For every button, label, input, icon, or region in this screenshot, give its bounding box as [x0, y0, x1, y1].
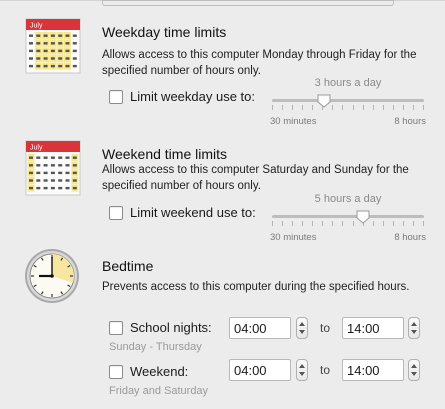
weekend-slider-track[interactable]	[272, 215, 424, 218]
increment-arrow-icon[interactable]	[411, 322, 417, 326]
weekend-to-label: to	[320, 363, 331, 377]
slider-tick	[402, 221, 404, 226]
school-nights-end-field[interactable]: 14:00	[342, 317, 404, 339]
weekend-bedtime-checkbox[interactable]	[109, 364, 123, 379]
increment-arrow-icon[interactable]	[411, 364, 417, 368]
weekday-slider-knob[interactable]	[317, 94, 331, 108]
slider-tick	[332, 221, 334, 226]
school-nights-checkbox[interactable]	[109, 320, 123, 335]
slider-tick	[302, 105, 304, 110]
slider-tick	[382, 221, 384, 226]
weekday-slider-ticks	[272, 105, 424, 111]
weekend-end-stepper[interactable]	[408, 359, 420, 381]
school-nights-subtitle: Sunday - Thursday	[109, 341, 202, 353]
weekday-slider-value: 3 hours a day	[314, 77, 382, 89]
weekend-bedtime-subtitle: Friday and Saturday	[109, 385, 209, 397]
increment-arrow-icon[interactable]	[299, 322, 305, 326]
slider-tick	[342, 105, 344, 110]
school-nights-to-label: to	[320, 321, 331, 335]
calendar-icon: July	[25, 16, 81, 79]
weekend-slider[interactable]: 5 hours a day 30 minutes 8 hours	[270, 193, 426, 243]
slider-tick	[402, 105, 404, 110]
weekend-description: Allows access to this computer Saturday …	[102, 164, 409, 192]
weekday-limit-row: Limit weekday use to:	[109, 89, 255, 104]
weekend-bedtime-label: Weekend:	[130, 364, 189, 379]
slider-tick	[372, 221, 374, 226]
bedtime-title: Bedtime	[102, 258, 154, 274]
slider-tick	[292, 105, 294, 110]
weekend-bedtime-row: Weekend:	[109, 364, 188, 379]
weekend-slider-knob[interactable]	[356, 210, 370, 224]
slider-tick	[423, 105, 424, 110]
weekend-end-field[interactable]: 14:00	[342, 359, 404, 381]
weekend-slider-ticks	[272, 221, 424, 227]
weekday-description: Allows access to this computer Monday th…	[102, 49, 417, 77]
weekday-limit-label: Limit weekday use to:	[130, 89, 256, 104]
weekend-slider-value: 5 hours a day	[314, 193, 382, 205]
clock-icon	[23, 247, 81, 310]
slider-tick	[272, 221, 273, 226]
decrement-arrow-icon[interactable]	[299, 330, 305, 334]
weekend-slider-min: 30 minutes	[270, 232, 317, 243]
slider-tick	[372, 105, 374, 110]
bedtime-description: Prevents access to this computer during …	[102, 281, 410, 293]
weekday-slider-min: 30 minutes	[270, 116, 317, 127]
slider-tick	[272, 105, 273, 110]
slider-tick	[302, 221, 304, 226]
weekend-limit-checkbox[interactable]	[109, 205, 123, 220]
weekend-slider-max: 8 hours	[394, 232, 426, 243]
slider-tick	[282, 221, 284, 226]
school-nights-row: School nights:	[109, 320, 212, 335]
slider-tick	[332, 105, 334, 110]
svg-text:July: July	[30, 145, 43, 152]
weekend-start-stepper[interactable]	[296, 359, 308, 381]
slider-tick	[322, 221, 324, 226]
slider-tick	[412, 105, 414, 110]
slider-tick	[392, 221, 394, 226]
slider-tick	[352, 105, 354, 110]
school-nights-label: School nights:	[130, 320, 212, 335]
school-nights-start-stepper[interactable]	[296, 317, 308, 339]
weekend-limit-row: Limit weekend use to:	[109, 205, 256, 220]
decrement-arrow-icon[interactable]	[299, 372, 305, 376]
slider-tick	[342, 221, 344, 226]
slider-tick	[312, 105, 314, 110]
slider-tick	[352, 221, 354, 226]
calendar-icon: July	[25, 138, 81, 201]
increment-arrow-icon[interactable]	[299, 364, 305, 368]
weekday-limit-checkbox[interactable]	[109, 89, 123, 104]
slider-tick	[392, 105, 394, 110]
slider-tick	[362, 105, 364, 110]
svg-text:July: July	[30, 23, 43, 30]
slider-tick	[382, 105, 384, 110]
school-nights-start-field[interactable]: 04:00	[229, 317, 291, 339]
slider-tick	[282, 105, 284, 110]
weekend-title: Weekend time limits	[102, 146, 228, 162]
weekday-slider-max: 8 hours	[394, 116, 426, 127]
weekend-start-field[interactable]: 04:00	[229, 359, 291, 381]
weekday-slider-track[interactable]	[272, 99, 424, 102]
school-nights-end-stepper[interactable]	[408, 317, 420, 339]
slider-tick	[412, 221, 414, 226]
decrement-arrow-icon[interactable]	[411, 372, 417, 376]
weekday-slider[interactable]: 3 hours a day 30 minutes 8 hours	[270, 77, 426, 127]
weekend-limit-label: Limit weekend use to:	[130, 205, 256, 220]
slider-tick	[312, 221, 314, 226]
top-divider	[0, 0, 445, 7]
decrement-arrow-icon[interactable]	[411, 330, 417, 334]
slider-tick	[423, 221, 424, 226]
slider-tick	[292, 221, 294, 226]
weekday-title: Weekday time limits	[102, 24, 227, 40]
